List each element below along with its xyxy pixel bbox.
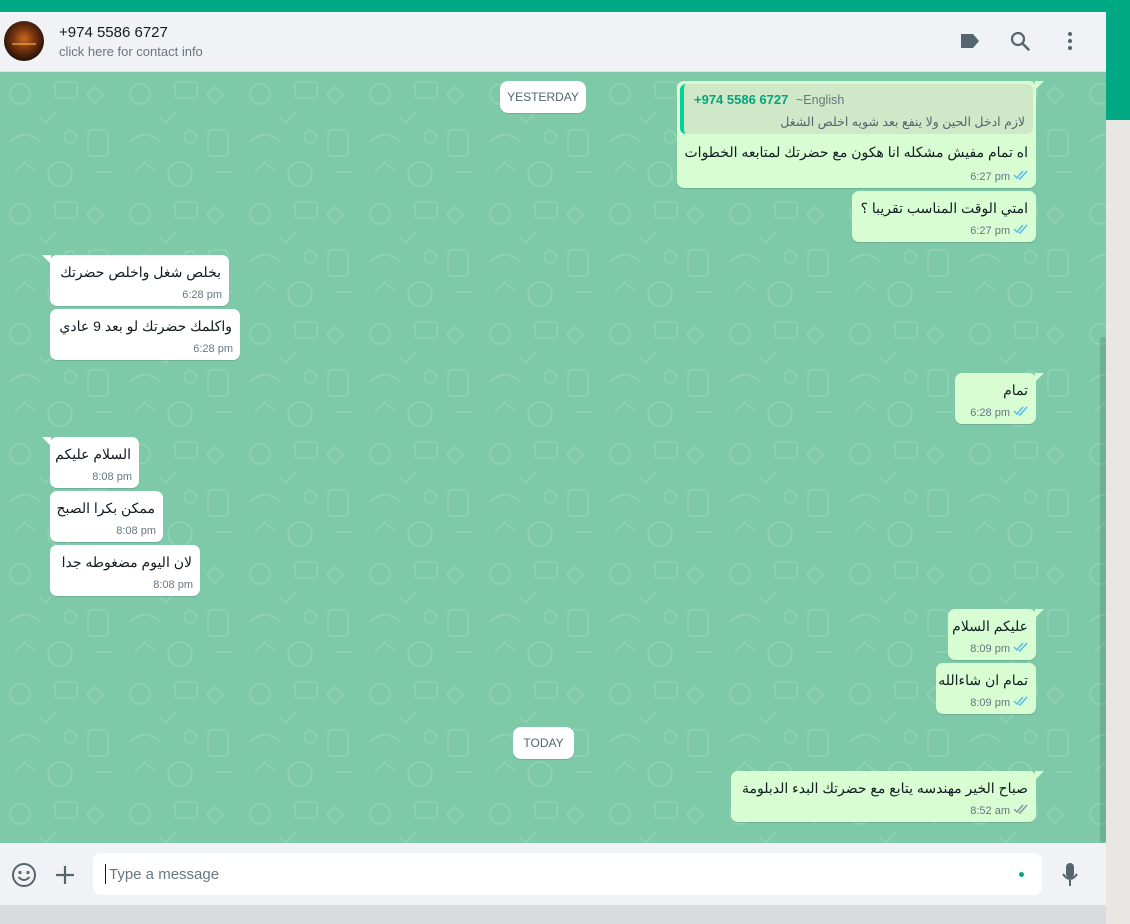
message-meta: 8:52 am: [970, 804, 1029, 817]
message-out[interactable]: امتي الوقت المناسب تقريبا ؟ 6:27 pm: [852, 191, 1036, 242]
conversation-panel: +974 5586 6727 click here for contact in…: [0, 12, 1106, 905]
message-text: ممكن بكرا الصبح: [56, 500, 155, 516]
conversation-header[interactable]: +974 5586 6727 click here for contact in…: [0, 12, 1106, 72]
date-divider-yesterday: YESTERDAY: [500, 81, 586, 113]
message-time: 6:27 pm: [970, 224, 1010, 237]
message-text: عليكم السلام: [952, 618, 1028, 634]
bubble-tail: [1035, 81, 1044, 90]
bubble-tail: [1035, 771, 1044, 780]
message-out[interactable]: صباح الخير مهندسه يتابع مع حضرتك البدء ا…: [731, 771, 1044, 822]
message-text: اه تمام مفيش مشكله انا هكون مع حضرتك لمت…: [684, 144, 1029, 160]
message-out-quoted[interactable]: +974 5586 6727 ~English لازم ادخل الحين …: [677, 81, 1044, 188]
right-side-panel: [1106, 120, 1130, 924]
message-meta: 6:27 pm: [970, 224, 1029, 237]
right-accent-strip: [1106, 12, 1130, 120]
message-in[interactable]: بخلص شغل واخلص حضرتك 6:28 pm: [42, 255, 229, 306]
date-divider-today: TODAY: [513, 727, 574, 759]
quoted-message[interactable]: +974 5586 6727 ~English لازم ادخل الحين …: [680, 84, 1033, 134]
extension-status-dot: [1019, 872, 1024, 877]
delivered-ticks-icon: [1013, 804, 1029, 817]
message-in[interactable]: لان اليوم مضغوطه جدا 8:08 pm: [50, 545, 200, 596]
contact-avatar[interactable]: [4, 21, 44, 61]
message-input-box[interactable]: [93, 853, 1042, 895]
chat-scrollbar[interactable]: [1100, 337, 1106, 843]
message-time: 6:28 pm: [193, 343, 233, 355]
message-time: 6:28 pm: [970, 406, 1010, 419]
search-icon[interactable]: [1006, 27, 1034, 55]
bubble-tail: [42, 437, 51, 446]
message-out[interactable]: تمام ان شاءالله 8:09 pm: [936, 663, 1036, 714]
quoted-text: لازم ادخل الحين ولا ينفع بعد شويه اخلص ا…: [780, 115, 1025, 129]
contact-info-hint[interactable]: click here for contact info: [59, 44, 203, 59]
message-out[interactable]: تمام 6:28 pm: [955, 373, 1044, 424]
message-meta: 8:08 pm: [116, 525, 156, 537]
message-meta: 6:27 pm: [970, 170, 1029, 183]
read-ticks-icon: [1013, 696, 1029, 709]
message-in[interactable]: واكلمك حضرتك لو بعد 9 عادي 6:28 pm: [50, 309, 240, 360]
quoted-sender: +974 5586 6727: [694, 92, 789, 107]
message-time: 8:08 pm: [153, 579, 193, 591]
contact-name[interactable]: +974 5586 6727: [59, 24, 168, 41]
message-time: 8:09 pm: [970, 696, 1010, 709]
emoji-icon[interactable]: [9, 860, 39, 890]
quoted-pushname: ~English: [796, 93, 845, 107]
menu-icon[interactable]: [1056, 27, 1084, 55]
message-meta: 6:28 pm: [970, 406, 1029, 419]
bubble-tail: [1035, 609, 1044, 618]
microphone-icon[interactable]: [1055, 860, 1085, 890]
message-time: 6:28 pm: [182, 289, 222, 301]
message-text: امتي الوقت المناسب تقريبا ؟: [860, 200, 1028, 216]
message-meta: 6:28 pm: [193, 343, 233, 355]
message-meta: 6:28 pm: [182, 289, 222, 301]
label-icon[interactable]: [956, 27, 984, 55]
message-text: صباح الخير مهندسه يتابع مع حضرتك البدء ا…: [741, 780, 1028, 796]
message-time: 8:52 am: [970, 804, 1010, 817]
read-ticks-icon: [1013, 406, 1029, 419]
message-meta: 8:09 pm: [970, 696, 1029, 709]
message-text: بخلص شغل واخلص حضرتك: [60, 264, 221, 280]
message-meta: 8:08 pm: [153, 579, 193, 591]
read-ticks-icon: [1013, 224, 1029, 237]
message-meta: 8:09 pm: [970, 642, 1029, 655]
message-text: لان اليوم مضغوطه جدا: [61, 554, 192, 570]
message-text: واكلمك حضرتك لو بعد 9 عادي: [59, 318, 232, 334]
message-time: 8:08 pm: [92, 471, 132, 483]
message-text: تمام ان شاءالله: [938, 672, 1028, 688]
bubble-tail: [42, 255, 51, 264]
compose-bar: [0, 843, 1106, 905]
message-time: 6:27 pm: [970, 170, 1010, 183]
message-text: تمام: [1003, 382, 1028, 398]
top-accent-bar: [0, 0, 1130, 12]
message-time: 8:09 pm: [970, 642, 1010, 655]
message-meta: 8:08 pm: [92, 471, 132, 483]
bubble-tail: [1035, 373, 1044, 382]
message-list[interactable]: YESTERDAY +974 5586 6727 ~English لازم ا…: [0, 72, 1106, 843]
read-ticks-icon: [1013, 170, 1029, 183]
message-time: 8:08 pm: [116, 525, 156, 537]
message-input[interactable]: [109, 853, 1009, 895]
message-in[interactable]: السلام عليكم 8:08 pm: [42, 437, 139, 488]
read-ticks-icon: [1013, 642, 1029, 655]
message-out[interactable]: عليكم السلام 8:09 pm: [948, 609, 1044, 660]
message-in[interactable]: ممكن بكرا الصبح 8:08 pm: [50, 491, 163, 542]
message-text: السلام عليكم: [55, 446, 131, 462]
text-caret: [105, 864, 106, 884]
attach-plus-icon[interactable]: [50, 860, 80, 890]
